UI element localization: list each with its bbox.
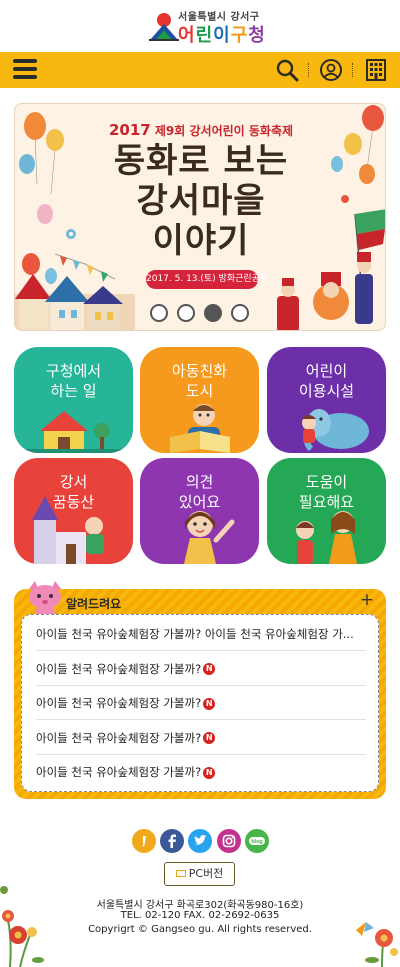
nav-bar xyxy=(0,52,400,88)
new-badge: N xyxy=(203,732,216,745)
notice-item[interactable]: 아이들 천국 유아숲체험장 가볼까? 아이들 천국 유아숲체험장 가... xyxy=(36,617,366,651)
menu-tile[interactable]: 어린이 이용시설 xyxy=(267,347,386,453)
pc-version-label: PC버전 xyxy=(188,867,224,880)
flower-decoration-icon xyxy=(356,922,398,967)
slide-dot[interactable] xyxy=(204,304,222,322)
menu-tile[interactable]: 구청에서 하는 일 xyxy=(14,347,133,453)
notice-item[interactable]: 아이들 천국 유아숲체험장 가볼까? N xyxy=(36,686,366,721)
search-icon[interactable] xyxy=(275,58,299,82)
banner-edition: 2017 제9회 강서어린이 동화축제 xyxy=(108,121,294,139)
notice-board: 알려드려요 + 아이들 천국 유아숲체험장 가볼까? 아이들 천국 유아숲체험장… xyxy=(14,581,386,799)
menu-tile-label: 아동친화 도시 xyxy=(171,362,228,400)
notice-item-text: 아이들 천국 유아숲체험장 가볼까? xyxy=(36,661,202,676)
main-banner[interactable]: 2017 제9회 강서어린이 동화축제 동화로 보는 강서마을 이야기 2017… xyxy=(14,103,386,331)
notice-item-text: 아이들 천국 유아숲체험장 가볼까? 아이들 천국 유아숲체험장 가... xyxy=(36,627,354,641)
notice-item-text: 아이들 천국 유아숲체험장 가볼까? xyxy=(36,765,202,780)
banner-title-line: 동화로 보는 xyxy=(113,141,289,181)
footer-tel: TEL. 02-120 FAX. 02-2692-0635 xyxy=(120,910,280,921)
blog-icon[interactable]: blog xyxy=(245,829,269,853)
svg-text:blog: blog xyxy=(251,839,263,845)
notice-item[interactable]: 아이들 천국 유아숲체험장 가볼까? N xyxy=(36,755,366,789)
menu-tile[interactable]: 도움이 필요해요 xyxy=(267,458,386,564)
pc-version-button[interactable]: PC버전 xyxy=(164,862,235,886)
notice-item-text: 아이들 천국 유아숲체험장 가볼까? xyxy=(36,730,202,745)
slide-dot[interactable] xyxy=(150,304,168,322)
menu-tile[interactable]: 아동친화 도시 xyxy=(140,347,259,453)
building-icon[interactable] xyxy=(364,58,388,82)
menu-tile-label: 구청에서 하는 일 xyxy=(45,362,102,400)
nav-divider xyxy=(352,63,353,77)
logo-bar: 서울특별시 강서구 어린이구청 xyxy=(0,0,400,52)
slide-indicator xyxy=(150,304,254,324)
facebook-icon[interactable] xyxy=(160,829,184,853)
user-icon[interactable] xyxy=(319,58,343,82)
banner-title-line: 이야기 xyxy=(152,221,250,261)
notice-title: 알려드려요 xyxy=(66,597,122,611)
notice-item-text: 아이들 천국 유아숲체험장 가볼까? xyxy=(36,696,202,711)
monitor-icon xyxy=(175,869,186,877)
menu-tile[interactable]: 의견 있어요 xyxy=(140,458,259,564)
flower-decoration-icon xyxy=(0,886,44,967)
notice-list: 아이들 천국 유아숲체험장 가볼까? 아이들 천국 유아숲체험장 가... 아이들… xyxy=(21,614,379,792)
new-badge: N xyxy=(203,766,216,779)
nav-divider xyxy=(308,63,309,77)
instagram-icon[interactable] xyxy=(217,829,241,853)
menu-tile[interactable]: 강서 꿈동산 xyxy=(14,458,133,564)
twitter-icon[interactable] xyxy=(188,829,212,853)
footer-address: 서울특별시 강서구 화곡로302(화곡동980-16호) xyxy=(96,900,304,911)
footer-copyright: Copyrigrt © Gangseo gu. All rights reser… xyxy=(88,924,312,935)
banner-title-line: 강서마을 xyxy=(136,181,266,221)
slide-dot[interactable] xyxy=(177,304,195,322)
logo-mark-icon xyxy=(149,13,179,41)
menu-tile-label: 어린이 이용시설 xyxy=(298,362,355,400)
new-badge: N xyxy=(203,663,216,676)
new-badge: N xyxy=(203,697,216,710)
slide-dot[interactable] xyxy=(231,304,249,322)
notice-item[interactable]: 아이들 천국 유아숲체험장 가볼까? N xyxy=(36,721,366,755)
banner-date-place: 2017. 5. 13.(토) 방화근린공원 xyxy=(146,270,268,289)
menu-icon[interactable] xyxy=(13,59,37,81)
site-logo[interactable]: 서울특별시 강서구 어린이구청 xyxy=(148,8,265,46)
more-button[interactable]: + xyxy=(358,591,376,609)
logo-main-text: 어린이구청 xyxy=(178,25,266,46)
kakao-story-icon[interactable] xyxy=(132,829,156,853)
notice-item[interactable]: 아이들 천국 유아숲체험장 가볼까? N xyxy=(36,652,366,686)
